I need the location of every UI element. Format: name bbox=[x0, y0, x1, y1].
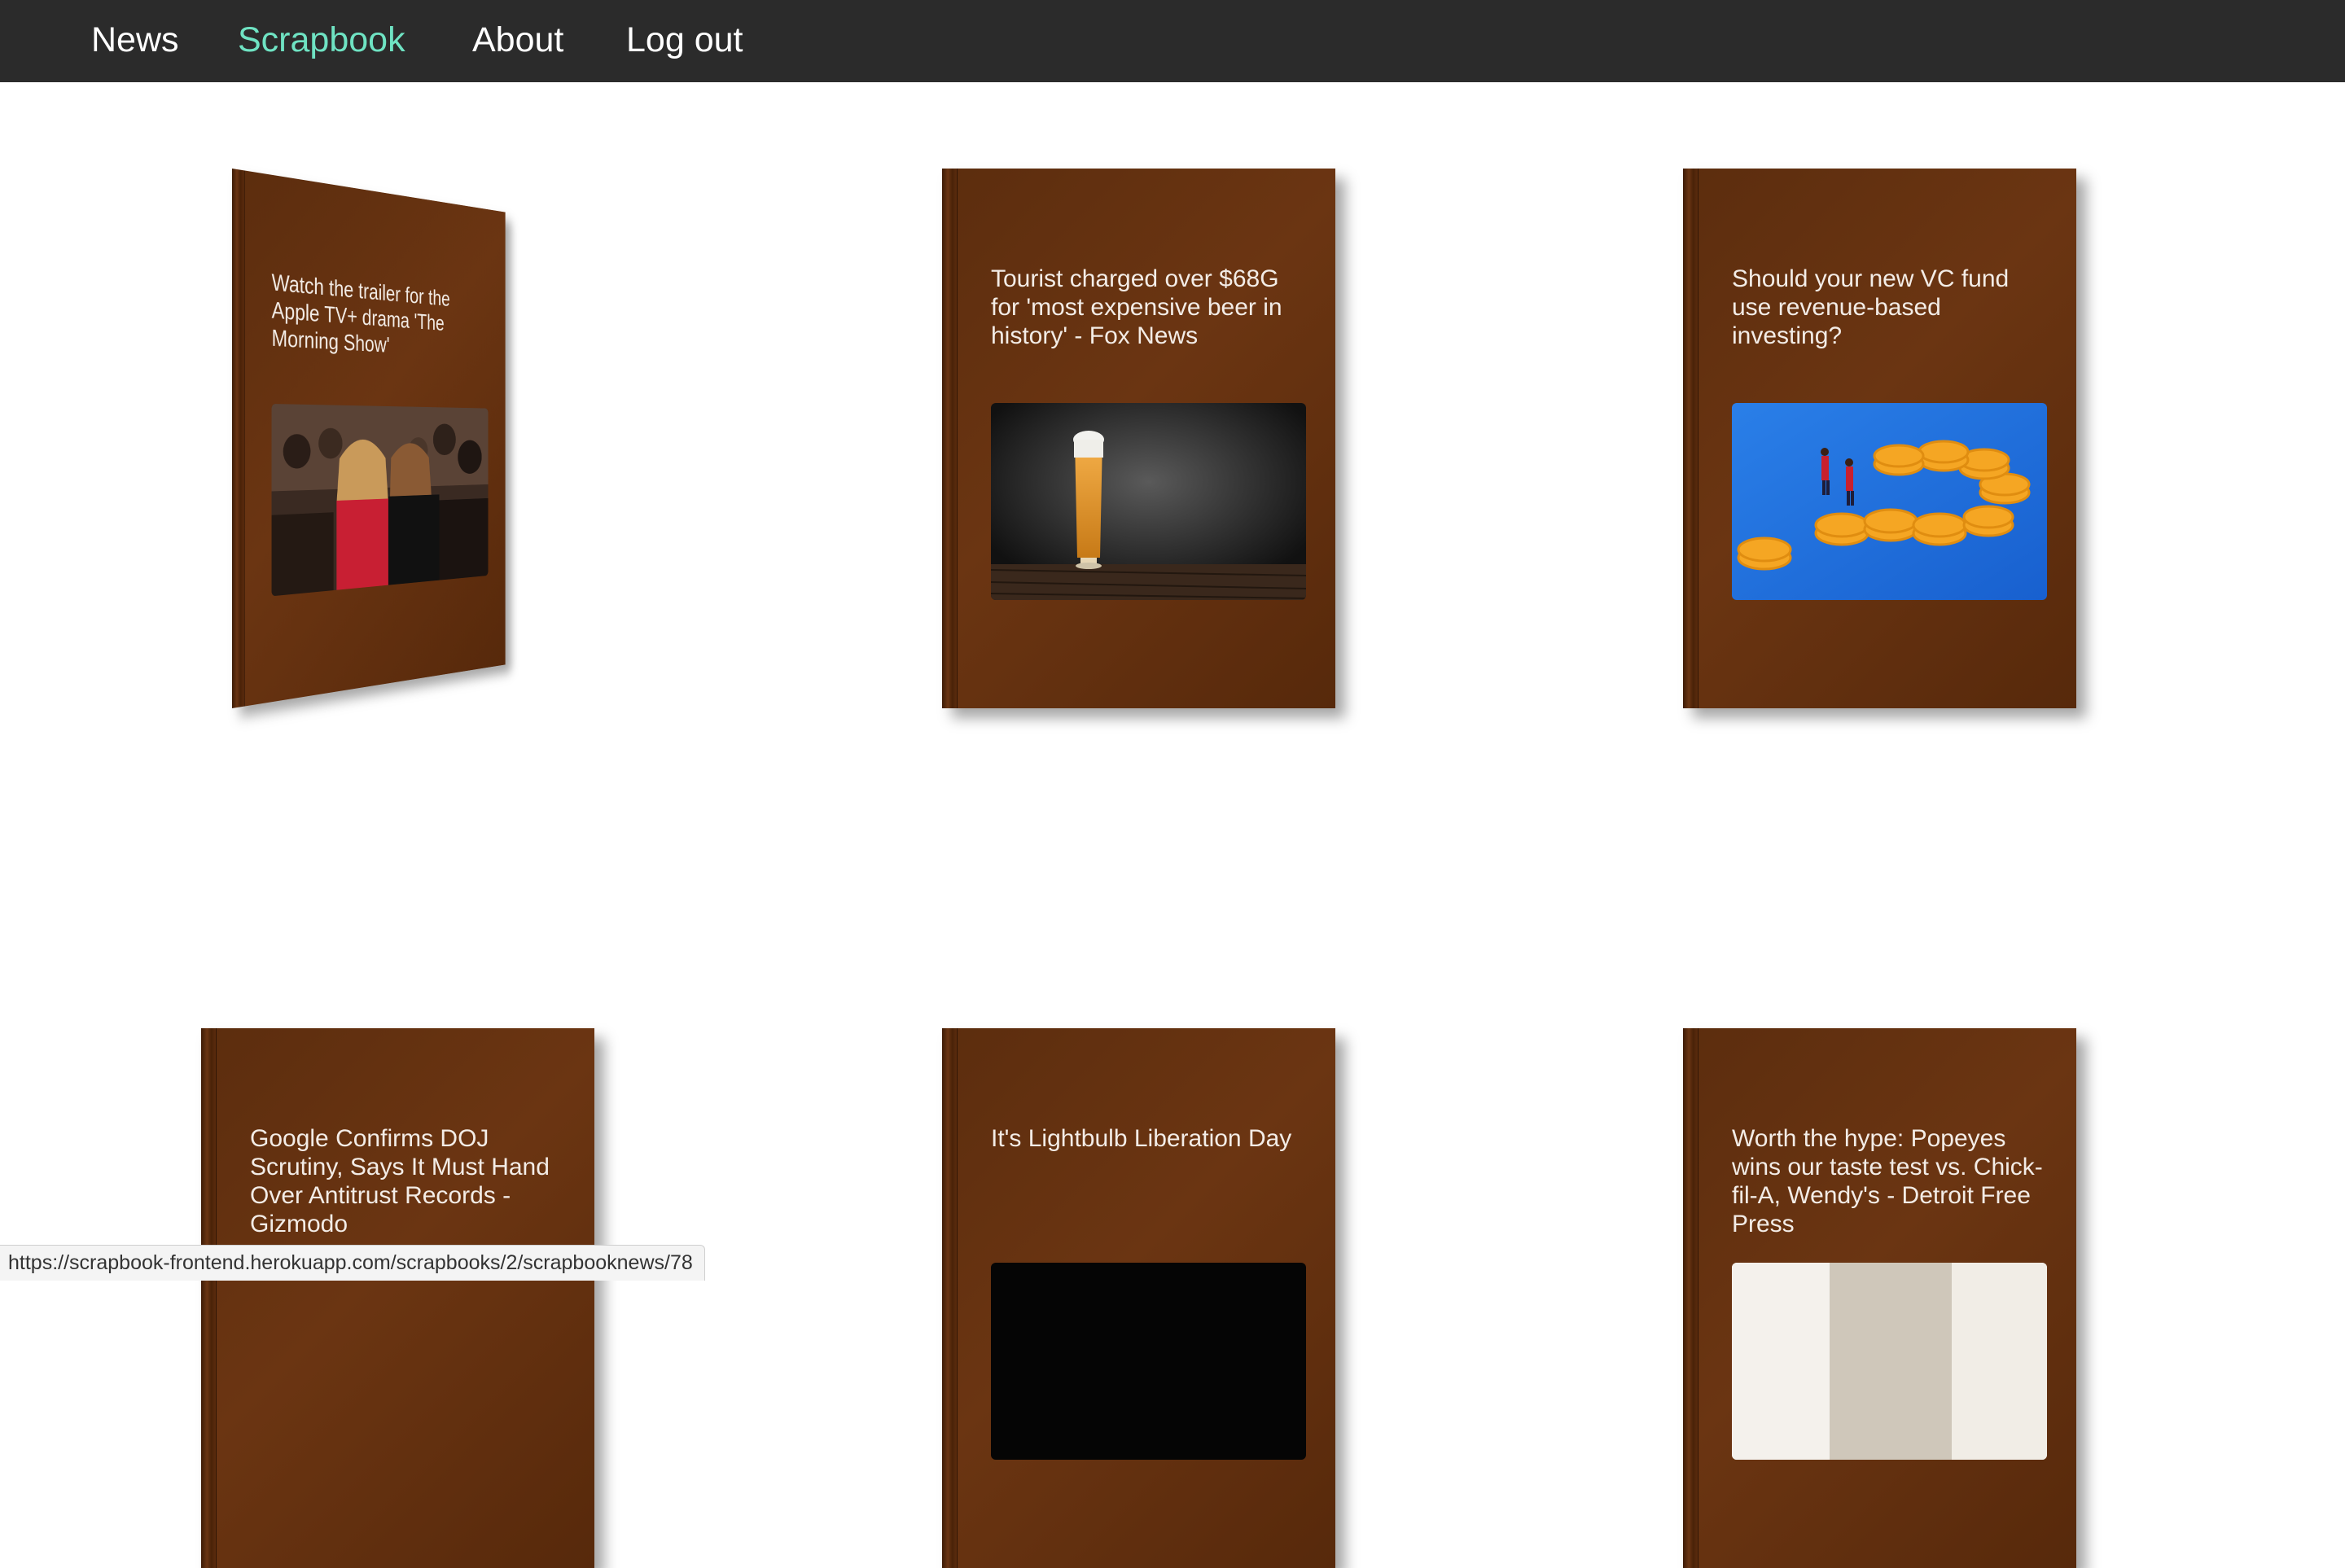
nav-news-link[interactable]: News bbox=[91, 0, 179, 82]
book-spine bbox=[1683, 1028, 1698, 1568]
book-spine bbox=[1683, 169, 1698, 708]
scrapbook-card[interactable]: It's Lightbulb Liberation Day bbox=[942, 1028, 1335, 1568]
card-title: Should your new VC fund use revenue-base… bbox=[1732, 265, 2010, 349]
card-title: It's Lightbulb Liberation Day bbox=[991, 1125, 1292, 1152]
card-title: Watch the trailer for the Apple TV+ dram… bbox=[271, 269, 450, 358]
scrapbook-card[interactable]: Google Confirms DOJ Scrutiny, Says It Mu… bbox=[201, 1028, 594, 1568]
card-title: Tourist charged over $68G for 'most expe… bbox=[991, 265, 1282, 349]
book-spine bbox=[942, 169, 958, 708]
card-title: Google Confirms DOJ Scrutiny, Says It Mu… bbox=[250, 1125, 550, 1237]
card-image bbox=[1732, 403, 2047, 600]
scrapbook-card[interactable]: Should your new VC fund use revenue-base… bbox=[1683, 169, 2076, 708]
scrapbook-card[interactable]: Worth the hype: Popeyes wins our taste t… bbox=[1683, 1028, 2076, 1568]
card-image bbox=[271, 404, 489, 597]
card-image bbox=[1732, 1263, 2047, 1460]
nav-about-link[interactable]: About bbox=[472, 0, 563, 82]
status-bar-url: https://scrapbook-frontend.herokuapp.com… bbox=[0, 1245, 705, 1281]
nav-scrapbook-link[interactable]: Scrapbook bbox=[238, 0, 405, 82]
top-nav: News Scrapbook About Log out bbox=[0, 0, 2345, 82]
scrapbook-card[interactable]: Tourist charged over $68G for 'most expe… bbox=[942, 169, 1335, 708]
scrapbook-card[interactable]: Watch the trailer for the Apple TV+ dram… bbox=[232, 169, 506, 708]
book-spine bbox=[201, 1028, 217, 1568]
card-image bbox=[991, 403, 1306, 600]
nav-logout-link[interactable]: Log out bbox=[626, 0, 743, 82]
card-title: Worth the hype: Popeyes wins our taste t… bbox=[1732, 1125, 2043, 1237]
book-spine bbox=[232, 169, 245, 708]
card-image bbox=[991, 1263, 1306, 1460]
book-spine bbox=[942, 1028, 958, 1568]
